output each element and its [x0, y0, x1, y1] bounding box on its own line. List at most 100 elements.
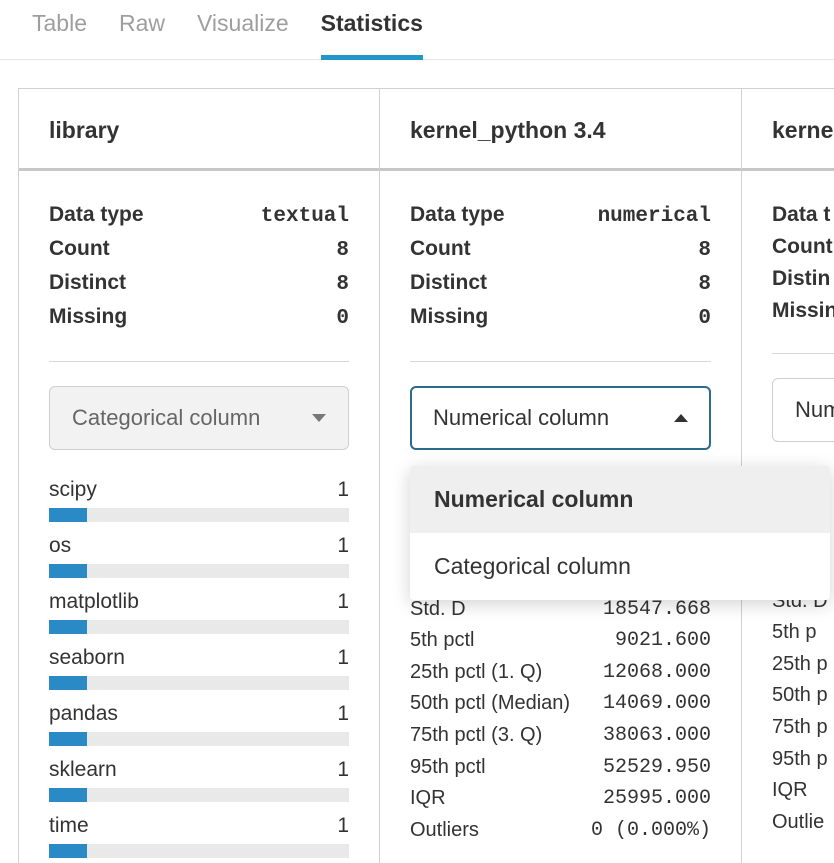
category-count: 1	[337, 646, 349, 670]
column-type-select[interactable]: Categorical column	[49, 386, 349, 450]
meta-label: Data t	[772, 199, 830, 231]
stat-label: 25th pctl (1. Q)	[410, 657, 542, 689]
category-list: scipy 1 os 1 matplotlib 1 seaborn 1 pandas 1	[49, 478, 349, 858]
meta-label: Distinct	[410, 267, 487, 299]
meta-block: Data typetextual Count8 Distinct8 Missin…	[49, 199, 349, 335]
bar-fill	[49, 564, 87, 578]
card-title: kernel_python 3.4	[380, 89, 741, 171]
meta-label: Distinct	[49, 267, 126, 299]
stat-value: 52529.950	[603, 752, 711, 784]
bar-track	[49, 732, 349, 746]
category-item: sklearn 1	[49, 758, 349, 802]
stats-cards: library Data type textual Count 8 Distinct…	[0, 60, 834, 863]
meta-value: 0	[698, 303, 711, 335]
meta-label: Missin	[772, 295, 834, 327]
tab-table[interactable]: Table	[32, 10, 87, 59]
category-name: sklearn	[49, 758, 117, 782]
tab-raw[interactable]: Raw	[119, 10, 165, 59]
category-name: matplotlib	[49, 590, 139, 614]
stat-value: 9021.600	[615, 625, 711, 657]
category-name: pandas	[49, 702, 118, 726]
tabs-bar: Table Raw Visualize Statistics	[0, 0, 834, 60]
card-title: kerne	[742, 89, 834, 171]
stat-label: Outlie	[772, 807, 824, 839]
meta-label: Data type	[49, 199, 144, 231]
dropdown-menu: Numerical column Categorical column	[410, 466, 830, 600]
bar-track	[49, 564, 349, 578]
stat-label: 5th p	[772, 617, 816, 649]
meta-block: Data t Count Distin Missin	[772, 199, 834, 327]
card-title: library	[19, 89, 379, 171]
stat-value: 25995.000	[603, 783, 711, 815]
category-item: scipy 1	[49, 478, 349, 522]
bar-fill	[49, 508, 87, 522]
category-name: seaborn	[49, 646, 125, 670]
meta-label: Count	[772, 231, 833, 263]
meta-label: Count	[410, 233, 471, 265]
category-count: 1	[337, 814, 349, 838]
stat-label: 95th pctl	[410, 752, 486, 784]
category-item: matplotlib 1	[49, 590, 349, 634]
bar-fill	[49, 620, 87, 634]
category-count: 1	[337, 590, 349, 614]
category-count: 1	[337, 702, 349, 726]
stats-card-kernel-34: kernel_python 3.4 Data type numerical Cou…	[380, 88, 742, 863]
stat-label: IQR	[410, 783, 446, 815]
meta-label: Data type	[410, 199, 505, 231]
category-name: scipy	[49, 478, 97, 502]
chevron-up-icon	[674, 414, 688, 422]
stat-block: Std. D 5th p 25th p 50th p 75th p 95th p…	[772, 586, 834, 839]
column-type-select[interactable]: Num	[772, 378, 834, 442]
category-count: 1	[337, 478, 349, 502]
category-item: time 1	[49, 814, 349, 858]
meta-label: Missing	[49, 301, 127, 333]
meta-value: textual	[261, 201, 349, 233]
tab-statistics[interactable]: Statistics	[321, 10, 423, 60]
category-count: 1	[337, 534, 349, 558]
bar-track	[49, 788, 349, 802]
stat-value: 12068.000	[603, 657, 711, 689]
stat-label: 5th pctl	[410, 625, 474, 657]
meta-label: Count	[49, 233, 110, 265]
bar-track	[49, 676, 349, 690]
bar-fill	[49, 788, 87, 802]
stat-label: 25th p	[772, 649, 828, 681]
category-name: os	[49, 534, 71, 558]
bar-track	[49, 620, 349, 634]
meta-label: Distin	[772, 263, 830, 295]
meta-label: Missing	[410, 301, 488, 333]
dropdown-option-categorical[interactable]: Categorical column	[410, 533, 830, 600]
meta-block: Data type numerical Count 8 Distinct 8 Miss…	[410, 199, 711, 335]
bar-track	[49, 508, 349, 522]
column-type-select[interactable]: Numerical column	[410, 386, 711, 450]
divider	[772, 353, 834, 354]
bar-track	[49, 844, 349, 858]
category-name: time	[49, 814, 89, 838]
select-label: Numerical column	[433, 405, 609, 431]
meta-value: 8	[698, 235, 711, 267]
stat-value: 0 (0.000%)	[591, 815, 711, 847]
stats-card-library: library Data type textual Count 8 Distinct…	[18, 88, 380, 863]
meta-value: numerical	[598, 201, 711, 233]
bar-fill	[49, 676, 87, 690]
meta-value: 8	[698, 269, 711, 301]
bar-fill	[49, 732, 87, 746]
select-label: Num	[795, 397, 834, 423]
stat-label: Outliers	[410, 815, 479, 847]
meta-value: 0	[336, 303, 349, 335]
stat-label: 75th pctl (3. Q)	[410, 720, 542, 752]
stat-label: IQR	[772, 775, 808, 807]
tab-visualize[interactable]: Visualize	[197, 10, 289, 59]
category-item: os 1	[49, 534, 349, 578]
stat-label: 95th p	[772, 744, 828, 776]
select-label: Categorical column	[72, 405, 260, 431]
stat-block: Std. D18547.668 5th pctl9021.600 25th pc…	[410, 594, 711, 847]
dropdown-option-numerical[interactable]: Numerical column	[410, 466, 830, 533]
stat-label: 50th p	[772, 680, 828, 712]
stat-value: 14069.000	[603, 688, 711, 720]
chevron-down-icon	[312, 414, 326, 422]
meta-value: 8	[336, 235, 349, 267]
category-count: 1	[337, 758, 349, 782]
stat-label: 75th p	[772, 712, 828, 744]
stat-value: 38063.000	[603, 720, 711, 752]
